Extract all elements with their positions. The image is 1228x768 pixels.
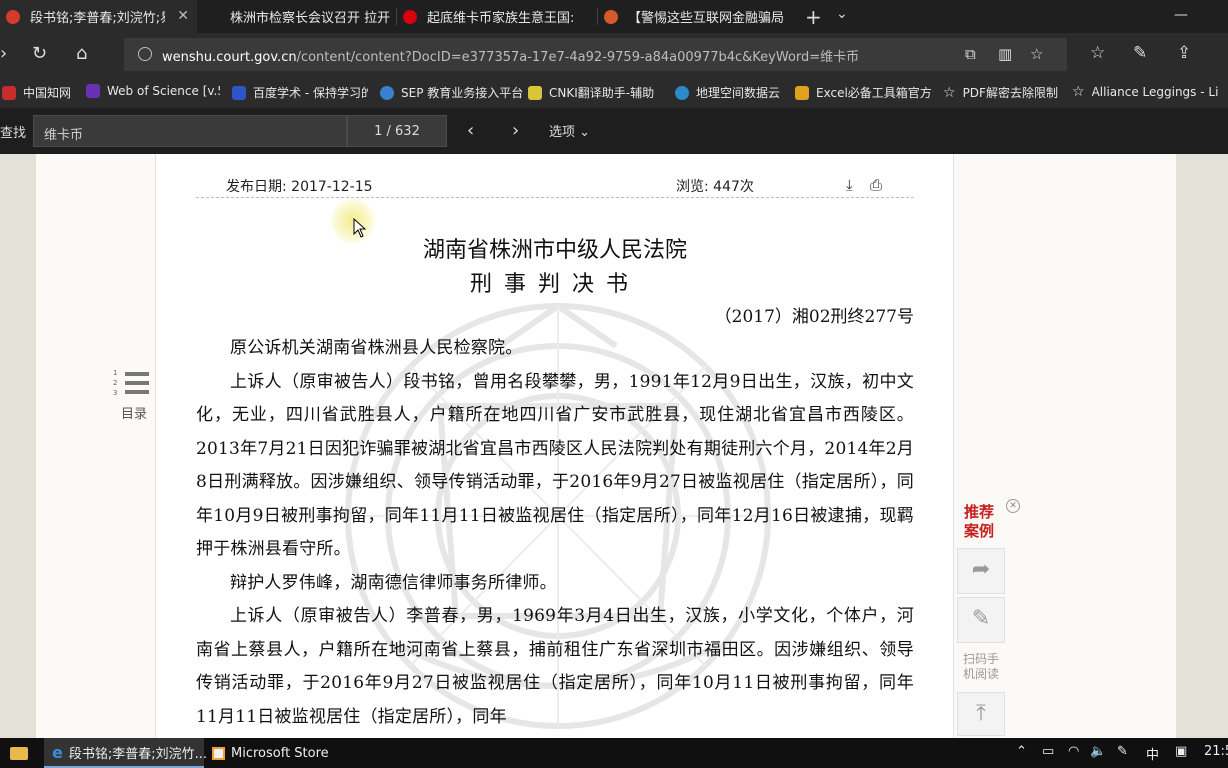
- ime-mode-icon[interactable]: ▣: [1175, 744, 1187, 759]
- home-icon[interactable]: ⌂: [76, 43, 87, 64]
- taskbar-edge[interactable]: e 段书铭;李普春;刘浣竹...: [44, 738, 207, 768]
- close-tab-icon[interactable]: ✕: [177, 8, 189, 24]
- favorite-pdf-decrypt[interactable]: ☆ PDF解密去除限制: [943, 84, 1058, 101]
- cnki-icon: [2, 85, 16, 100]
- input-method-indicator[interactable]: 中: [1146, 744, 1159, 763]
- case-number: （2017）湘02刑终277号: [714, 307, 914, 327]
- favorites-list-icon[interactable]: ☆: [1090, 43, 1105, 63]
- taskbar: e 段书铭;李普春;刘浣竹... Microsoft Store ⌃ ▭ ◠ 🔈…: [0, 738, 1228, 768]
- volume-icon[interactable]: 🔈: [1090, 744, 1106, 759]
- forward-arrow-icon: ➦: [971, 557, 991, 582]
- excel-toolbox-icon: [795, 85, 809, 100]
- share-forward-button[interactable]: ➦: [957, 548, 1005, 594]
- paragraph: 上诉人（原审被告人）段书铭，曾用名段攀攀，男，1991年12月9日出生，汉族，初…: [196, 371, 914, 560]
- favorite-sep[interactable]: SEP 教育业务接入平台: [380, 84, 523, 101]
- edit-button[interactable]: ✎: [957, 597, 1005, 643]
- judgment-body: 原公诉机关湖南省株洲县人民检察院。 上诉人（原审被告人）段书铭，曾用名段攀攀，男…: [196, 332, 914, 738]
- favorite-cnki[interactable]: 中国知网: [2, 84, 71, 101]
- tab-1[interactable]: 段书铭;李普春;刘浣竹;易 ✕: [0, 0, 197, 33]
- court-name: 湖南省株洲市中级人民法院: [422, 238, 687, 263]
- paragraph: 上诉人（原审被告人）李普春，男，1969年3月4日出生，汉族，小学文化，个体户，…: [196, 606, 914, 727]
- clock[interactable]: 21:5: [1204, 744, 1228, 759]
- tab-2[interactable]: 株洲市检察长会议召开 拉开: [197, 0, 397, 33]
- document-type: 刑事判决书: [469, 272, 640, 297]
- weibo-icon: [403, 9, 417, 24]
- previous-match-icon[interactable]: ‹: [467, 120, 474, 141]
- site-info-icon[interactable]: [138, 47, 152, 61]
- tab-title: 株洲市检察长会议召开 拉开: [230, 11, 391, 26]
- tab-3[interactable]: 起底维卡币家族生意王国:: [397, 0, 598, 33]
- tab-title: 起底维卡币家族生意王国:: [427, 11, 575, 26]
- scan-qr-read[interactable]: 扫码手 机阅读: [957, 652, 1005, 682]
- battery-icon[interactable]: ▭: [1042, 744, 1054, 759]
- find-input[interactable]: 维卡币: [33, 115, 347, 147]
- arrow-up-icon: ⤒: [976, 701, 986, 726]
- refresh-icon[interactable]: ↻: [32, 43, 47, 64]
- tab-title: 段书铭;李普春;刘浣竹;易: [30, 11, 165, 26]
- globe-icon: [675, 85, 689, 100]
- baidu-paw-icon: [232, 85, 246, 100]
- favorite-excel-toolbox[interactable]: Excel必备工具箱官方: [795, 84, 931, 101]
- toc-label: 目录: [121, 407, 148, 422]
- tab-4[interactable]: 【警惕这些互联网金融骗局: [598, 0, 798, 33]
- paragraph: 原公诉机关湖南省株洲县人民检察院。: [230, 338, 523, 358]
- find-label: 查找: [0, 126, 27, 141]
- favorite-cnki-translate[interactable]: CNKI翻译助手-辅助: [528, 84, 654, 101]
- back-to-top-button[interactable]: ⤒: [957, 692, 1005, 736]
- tab-title: 【警惕这些互联网金融骗局: [628, 11, 785, 26]
- star-outline-icon: ☆: [943, 84, 956, 101]
- favorite-web-of-science[interactable]: Web of Science [v.5.2: [86, 84, 220, 98]
- star-outline-icon: ☆: [1072, 84, 1085, 100]
- file-explorer-icon[interactable]: [10, 738, 28, 768]
- favorite-geo-data[interactable]: 地理空间数据云: [675, 84, 780, 101]
- close-recommend-icon[interactable]: ✕: [1006, 499, 1020, 513]
- minimize-button[interactable]: —: [1174, 7, 1188, 23]
- page-margin-left: [0, 154, 36, 738]
- header-divider: [196, 197, 914, 198]
- next-match-icon[interactable]: ›: [512, 120, 519, 141]
- download-icon[interactable]: ⤓: [846, 176, 853, 194]
- paragraph: 辩护人罗伟峰，湖南德信律师事务所律师。: [230, 572, 557, 593]
- reading-view-icon[interactable]: ▥: [998, 45, 1012, 63]
- share-icon[interactable]: ⇪: [1177, 43, 1191, 63]
- pencil-icon: ✎: [971, 606, 991, 631]
- forward-icon[interactable]: ›: [0, 43, 7, 64]
- sep-icon: [380, 85, 394, 100]
- find-options-dropdown[interactable]: 选项 ⌄: [549, 121, 590, 140]
- extension-icon[interactable]: ⧉: [965, 45, 976, 63]
- url-text: wenshu.court.gov.cn/content/content?DocI…: [162, 50, 860, 65]
- favorites-bar: 中国知网 Web of Science [v.5.2 百度学术 - 保持学习的 …: [0, 77, 1228, 108]
- pen-workspace-icon[interactable]: ✎: [1117, 744, 1128, 759]
- view-count: 浏览: 447次: [676, 179, 754, 195]
- new-tab-button[interactable]: +: [805, 5, 822, 29]
- favorite-star-icon[interactable]: ☆: [1030, 45, 1043, 63]
- edge-icon: e: [52, 742, 63, 762]
- favorite-alliance-leggings[interactable]: ☆ Alliance Leggings - Li: [1072, 84, 1218, 100]
- address-bar[interactable]: wenshu.court.gov.cn/content/content?DocI…: [124, 38, 1067, 71]
- store-icon: [212, 746, 225, 760]
- court-emblem-icon: [604, 9, 618, 24]
- tab-list-chevron-icon[interactable]: ⌄: [836, 6, 848, 22]
- wifi-icon[interactable]: ◠: [1068, 744, 1079, 759]
- recommended-cases[interactable]: 推荐 案例: [964, 503, 994, 541]
- print-icon[interactable]: ⎙: [870, 176, 882, 194]
- list-icon: [125, 372, 149, 376]
- match-count: 1 / 632: [347, 115, 447, 147]
- court-emblem-icon: [6, 9, 20, 24]
- show-hidden-icons[interactable]: ⌃: [1016, 744, 1027, 759]
- cnki-translate-icon: [528, 85, 542, 100]
- publish-date: 发布日期: 2017-12-15: [226, 179, 373, 195]
- tab-bar: 段书铭;李普春;刘浣竹;易 ✕ 株洲市检察长会议召开 拉开 起底维卡币家族生意王…: [0, 0, 1228, 33]
- pen-icon[interactable]: ✎: [1133, 43, 1147, 63]
- taskbar-store[interactable]: Microsoft Store: [212, 738, 329, 768]
- web-of-science-icon: [86, 84, 100, 98]
- address-row: › ↻ ⌂ wenshu.court.gov.cn/content/conten…: [0, 33, 1228, 77]
- favorite-baidu-scholar[interactable]: 百度学术 - 保持学习的: [232, 84, 368, 101]
- page-margin-right: [1176, 154, 1228, 738]
- find-bar: 查找 维卡币 1 / 632 ‹ › 选项 ⌄: [0, 108, 1228, 154]
